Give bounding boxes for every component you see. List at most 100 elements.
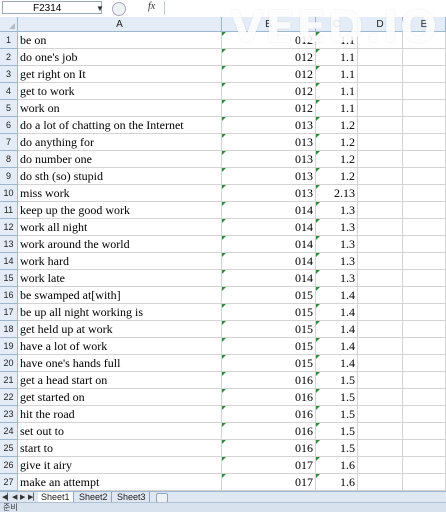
cell-c[interactable]: 1.3 xyxy=(316,270,358,287)
cell-a[interactable]: hit the road xyxy=(18,406,222,423)
cell-d[interactable] xyxy=(358,270,403,287)
cell-d[interactable] xyxy=(358,236,403,253)
cell-e[interactable] xyxy=(403,117,446,134)
cell-d[interactable] xyxy=(358,202,403,219)
cell-a[interactable]: do a lot of chatting on the Internet xyxy=(18,117,222,134)
formula-cancel-icon[interactable] xyxy=(112,2,126,16)
row-header[interactable]: 19 xyxy=(0,338,18,355)
column-header-a[interactable]: A xyxy=(18,17,222,32)
cell-d[interactable] xyxy=(358,423,403,440)
cell-e[interactable] xyxy=(403,134,446,151)
cell-d[interactable] xyxy=(358,49,403,66)
cell-b[interactable]: 012 xyxy=(222,83,316,100)
insert-function-icon[interactable]: fx xyxy=(148,1,155,12)
cell-b[interactable]: 016 xyxy=(222,423,316,440)
cell-c[interactable]: 1.2 xyxy=(316,168,358,185)
cell-c[interactable]: 2.13 xyxy=(316,185,358,202)
tab-sheet3[interactable]: Sheet3 xyxy=(114,492,150,502)
cell-b[interactable]: 016 xyxy=(222,389,316,406)
cell-e[interactable] xyxy=(403,389,446,406)
cell-b[interactable]: 015 xyxy=(222,287,316,304)
row-header[interactable]: 17 xyxy=(0,304,18,321)
cell-e[interactable] xyxy=(403,83,446,100)
cell-b[interactable]: 012 xyxy=(222,32,316,49)
cell-a[interactable]: work around the world xyxy=(18,236,222,253)
cell-d[interactable] xyxy=(358,151,403,168)
row-header[interactable]: 16 xyxy=(0,287,18,304)
row-header[interactable]: 9 xyxy=(0,168,18,185)
cell-c[interactable]: 1.1 xyxy=(316,83,358,100)
formula-input[interactable] xyxy=(164,1,445,15)
cell-a[interactable]: get a head start on xyxy=(18,372,222,389)
cell-c[interactable]: 1.2 xyxy=(316,117,358,134)
cell-d[interactable] xyxy=(358,355,403,372)
cell-c[interactable]: 1.2 xyxy=(316,151,358,168)
cell-a[interactable]: work all night xyxy=(18,219,222,236)
cell-b[interactable]: 012 xyxy=(222,49,316,66)
cell-e[interactable] xyxy=(403,457,446,474)
cell-a[interactable]: be up all night working is xyxy=(18,304,222,321)
row-header[interactable]: 10 xyxy=(0,185,18,202)
cell-d[interactable] xyxy=(358,219,403,236)
cell-b[interactable]: 012 xyxy=(222,100,316,117)
cell-e[interactable] xyxy=(403,474,446,491)
cell-a[interactable]: do sth (so) stupid xyxy=(18,168,222,185)
chevron-down-icon[interactable]: ▼ xyxy=(96,4,104,13)
cell-b[interactable]: 013 xyxy=(222,151,316,168)
row-header[interactable]: 23 xyxy=(0,406,18,423)
cell-c[interactable]: 1.6 xyxy=(316,457,358,474)
row-header[interactable]: 13 xyxy=(0,236,18,253)
cell-a[interactable]: have a lot of work xyxy=(18,338,222,355)
cell-d[interactable] xyxy=(358,287,403,304)
row-header[interactable]: 1 xyxy=(0,32,18,49)
cell-e[interactable] xyxy=(403,304,446,321)
cell-d[interactable] xyxy=(358,66,403,83)
row-header[interactable]: 7 xyxy=(0,134,18,151)
cell-b[interactable]: 013 xyxy=(222,134,316,151)
cell-d[interactable] xyxy=(358,474,403,491)
cell-e[interactable] xyxy=(403,66,446,83)
cell-d[interactable] xyxy=(358,134,403,151)
cell-a[interactable]: set out to xyxy=(18,423,222,440)
cell-e[interactable] xyxy=(403,151,446,168)
cell-e[interactable] xyxy=(403,321,446,338)
cell-a[interactable]: get held up at work xyxy=(18,321,222,338)
cell-c[interactable]: 1.3 xyxy=(316,202,358,219)
column-header-c[interactable]: C xyxy=(316,17,358,32)
cell-d[interactable] xyxy=(358,372,403,389)
cell-e[interactable] xyxy=(403,219,446,236)
cell-c[interactable]: 1.6 xyxy=(316,474,358,491)
cell-c[interactable]: 1.3 xyxy=(316,236,358,253)
cell-b[interactable]: 015 xyxy=(222,321,316,338)
name-box[interactable]: F2314 xyxy=(2,1,102,14)
select-all-corner[interactable] xyxy=(0,17,18,32)
cell-b[interactable]: 016 xyxy=(222,406,316,423)
cell-e[interactable] xyxy=(403,270,446,287)
cell-d[interactable] xyxy=(358,117,403,134)
cell-b[interactable]: 015 xyxy=(222,355,316,372)
cell-a[interactable]: have one's hands full xyxy=(18,355,222,372)
cell-c[interactable]: 1.4 xyxy=(316,355,358,372)
row-header[interactable]: 27 xyxy=(0,474,18,491)
cell-c[interactable]: 1.5 xyxy=(316,423,358,440)
cell-c[interactable]: 1.4 xyxy=(316,287,358,304)
cell-e[interactable] xyxy=(403,202,446,219)
cell-d[interactable] xyxy=(358,168,403,185)
cell-a[interactable]: get right on It xyxy=(18,66,222,83)
cell-b[interactable]: 013 xyxy=(222,185,316,202)
tab-sheet2[interactable]: Sheet2 xyxy=(76,492,112,502)
cell-e[interactable] xyxy=(403,100,446,117)
cell-b[interactable]: 014 xyxy=(222,270,316,287)
row-header[interactable]: 4 xyxy=(0,83,18,100)
cell-e[interactable] xyxy=(403,253,446,270)
cell-e[interactable] xyxy=(403,32,446,49)
cell-b[interactable]: 014 xyxy=(222,219,316,236)
cell-a[interactable]: start to xyxy=(18,440,222,457)
cell-b[interactable]: 015 xyxy=(222,338,316,355)
cell-a[interactable]: keep up the good work xyxy=(18,202,222,219)
row-header[interactable]: 15 xyxy=(0,270,18,287)
row-header[interactable]: 6 xyxy=(0,117,18,134)
cell-d[interactable] xyxy=(358,406,403,423)
cell-c[interactable]: 1.5 xyxy=(316,440,358,457)
cell-b[interactable]: 014 xyxy=(222,253,316,270)
